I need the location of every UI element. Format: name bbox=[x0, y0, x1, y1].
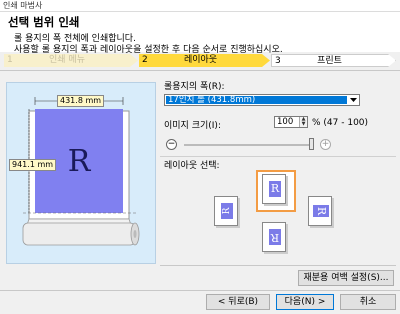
layout-option-normal[interactable]: R bbox=[256, 170, 296, 212]
page-icon: R bbox=[262, 174, 286, 204]
image-size-value[interactable]: 100 bbox=[277, 117, 293, 127]
zoom-in-icon[interactable]: + bbox=[320, 139, 331, 150]
paper-width-label: 431.8 mm bbox=[57, 95, 105, 107]
layout-letter: R bbox=[313, 205, 329, 217]
back-button[interactable]: < 뒤로(B) bbox=[206, 294, 270, 310]
spin-down-icon[interactable]: ▼ bbox=[300, 122, 307, 127]
roll-width-value: 17인치 롤 (431.8mm) bbox=[166, 96, 347, 104]
paper-height-label: 941.1 mm bbox=[9, 159, 57, 171]
step-print-menu: 1 인쇄 메뉴 bbox=[4, 54, 138, 67]
image-size-unit: % (47 - 100) bbox=[312, 118, 369, 128]
divider bbox=[160, 265, 396, 266]
image-size-label: 이미지 크기(I): bbox=[164, 121, 221, 131]
image-size-spinner[interactable]: 100 ▲ ▼ bbox=[274, 116, 308, 128]
layout-letter: R bbox=[269, 181, 281, 197]
layout-option-rotate-180[interactable]: R bbox=[258, 220, 294, 258]
step-layout: 2 레이아웃 bbox=[139, 54, 270, 67]
step-label: 레이아웃 bbox=[183, 55, 218, 65]
layout-letter: R bbox=[221, 203, 233, 219]
wizard-steps: 1 인쇄 메뉴 2 레이아웃 3 프린트 bbox=[4, 54, 396, 67]
slider-thumb[interactable] bbox=[309, 138, 314, 150]
layout-option-rotate-right[interactable]: R bbox=[304, 194, 340, 232]
roll-width-select[interactable]: 17인치 롤 (431.8mm) bbox=[164, 94, 360, 106]
page-icon: R bbox=[308, 196, 332, 226]
step-print: 3 프린트 bbox=[271, 54, 396, 67]
layout-preview: R 431.8 mm 941.1 mm bbox=[6, 82, 156, 264]
divider bbox=[0, 290, 400, 291]
layout-select-label: 레이아웃 선택: bbox=[164, 161, 220, 171]
divider bbox=[160, 156, 396, 157]
image-size-slider[interactable] bbox=[184, 144, 314, 146]
step-label: 프린트 bbox=[317, 56, 342, 66]
settings-panel: 롤용지의 폭(R): 17인치 롤 (431.8mm) 이미지 크기(I): 1… bbox=[160, 74, 396, 269]
window-title: 인쇄 마법사 bbox=[0, 0, 400, 12]
layout-option-rotate-left[interactable]: R bbox=[210, 194, 246, 232]
chevron-down-icon[interactable] bbox=[348, 96, 358, 104]
wizard-header: 선택 범위 인쇄 롤 용지의 폭 전체에 인쇄합니다. 사용할 롤 용지의 폭과… bbox=[0, 12, 400, 55]
zoom-out-icon[interactable]: − bbox=[166, 139, 177, 150]
divider bbox=[0, 70, 400, 71]
roll-paper-illustration: R bbox=[22, 97, 140, 246]
cancel-button[interactable]: 취소 bbox=[340, 294, 396, 310]
step-label: 인쇄 메뉴 bbox=[49, 55, 85, 65]
page-icon: R bbox=[262, 222, 286, 252]
margin-settings-button[interactable]: 재분용 여백 설정(S)... bbox=[298, 270, 394, 286]
roll-width-label: 롤용지의 폭(R): bbox=[164, 82, 225, 92]
page-title: 선택 범위 인쇄 bbox=[8, 15, 80, 29]
spinner-buttons: ▲ ▼ bbox=[299, 117, 307, 127]
next-button[interactable]: 다음(N) > bbox=[276, 294, 334, 310]
layout-letter: R bbox=[269, 229, 281, 245]
page-icon: R bbox=[214, 196, 238, 226]
preview-letter: R bbox=[68, 144, 92, 179]
